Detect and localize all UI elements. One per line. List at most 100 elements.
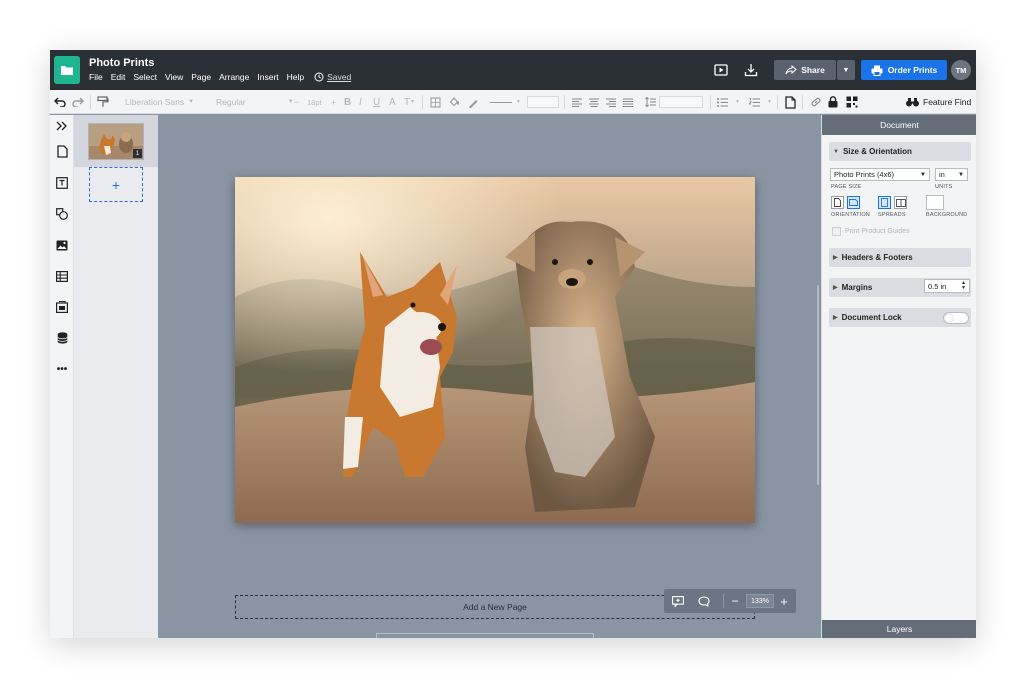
text-tool-icon[interactable] xyxy=(54,175,70,191)
bullet-list-icon[interactable] xyxy=(717,90,728,114)
canvas-scrollbar[interactable] xyxy=(817,285,819,485)
align-left-icon[interactable] xyxy=(572,90,582,114)
share-dropdown-button[interactable]: ▼ xyxy=(837,60,855,80)
font-weight-dropdown[interactable]: Regular ▼ xyxy=(216,90,294,114)
size-orientation-section[interactable]: ▼ Size & Orientation xyxy=(829,142,971,161)
save-status[interactable]: Saved xyxy=(314,72,351,82)
units-select[interactable]: in ▼ xyxy=(935,168,968,181)
qr-code-icon[interactable] xyxy=(846,90,858,114)
underline-button[interactable]: U xyxy=(373,90,380,114)
chevron-down-icon[interactable]: ▼ xyxy=(735,90,740,114)
align-center-icon[interactable] xyxy=(589,90,599,114)
margins-section[interactable]: ▶ Margins 0.5 in ▲ ▼ xyxy=(829,278,971,297)
comment-add-icon[interactable] xyxy=(670,589,686,613)
spread-button[interactable] xyxy=(894,196,907,209)
document-lock-toggle[interactable] xyxy=(943,312,969,324)
text-color-button[interactable]: A xyxy=(389,90,396,114)
canvas-area[interactable]: Add a New Page − 133% + xyxy=(158,115,821,638)
folder-icon[interactable] xyxy=(54,56,80,84)
document-title[interactable]: Photo Prints xyxy=(89,57,154,69)
page-thumbnail[interactable]: 1 xyxy=(88,123,144,160)
download-icon[interactable] xyxy=(743,62,759,78)
font-family-dropdown[interactable]: Liberation Sans ▼ xyxy=(125,90,194,114)
menu-select[interactable]: Select xyxy=(133,72,157,82)
landscape-button[interactable] xyxy=(847,196,860,209)
chevron-down-icon: ▼ xyxy=(958,171,964,178)
font-size-decrease-icon[interactable]: − xyxy=(294,90,299,114)
line-style-dropdown[interactable]: ▼ xyxy=(490,90,521,114)
data-icon[interactable] xyxy=(54,330,70,346)
page-icon[interactable] xyxy=(785,90,796,114)
chevron-down-icon: ▼ xyxy=(920,171,926,178)
chevron-down-icon: ▼ xyxy=(516,99,521,105)
zoom-level-input[interactable]: 133% xyxy=(746,594,774,608)
menu-view[interactable]: View xyxy=(165,72,183,82)
pages-panel: 1 + xyxy=(74,115,158,638)
link-icon[interactable] xyxy=(810,90,822,114)
page-size-select[interactable]: Photo Prints (4x6) ▼ xyxy=(830,168,930,181)
menu-page[interactable]: Page xyxy=(191,72,211,82)
menu-edit[interactable]: Edit xyxy=(111,72,126,82)
dogs-photo[interactable] xyxy=(235,177,755,523)
font-size-value[interactable]: 18pt xyxy=(307,90,322,114)
order-prints-button[interactable]: Order Prints xyxy=(861,60,947,80)
more-icon[interactable]: ••• xyxy=(54,361,70,377)
align-justify-icon[interactable] xyxy=(623,90,633,114)
properties-panel: Document ▼ Size & Orientation Photo Prin… xyxy=(821,115,976,638)
line-spacing-input[interactable] xyxy=(659,96,703,108)
layers-tab[interactable]: Layers xyxy=(822,620,976,638)
menu-arrange[interactable]: Arrange xyxy=(219,72,249,82)
border-icon[interactable] xyxy=(430,90,441,114)
line-color-icon[interactable] xyxy=(468,90,479,114)
menu-insert[interactable]: Insert xyxy=(257,72,278,82)
font-size-increase-icon[interactable]: + xyxy=(331,90,336,114)
stepper-arrows-icon[interactable]: ▲ ▼ xyxy=(961,281,966,291)
templates-icon[interactable] xyxy=(54,299,70,315)
document-tab[interactable]: Document xyxy=(822,115,976,135)
page-thumbnail-selected[interactable]: 1 xyxy=(74,115,158,167)
menu-file[interactable]: File xyxy=(89,72,103,82)
numbered-list-icon[interactable] xyxy=(749,90,760,114)
italic-button[interactable]: I xyxy=(359,90,362,114)
comment-icon[interactable] xyxy=(696,589,712,613)
document-lock-section[interactable]: ▶ Document Lock xyxy=(829,308,971,327)
toolbar-divider xyxy=(802,95,803,109)
menu-help[interactable]: Help xyxy=(287,72,304,82)
table-icon[interactable] xyxy=(54,268,70,284)
lock-icon[interactable] xyxy=(828,90,838,114)
image-icon[interactable] xyxy=(54,237,70,253)
user-avatar[interactable]: TM xyxy=(951,60,971,80)
shapes-icon[interactable] xyxy=(54,206,70,222)
share-label: Share xyxy=(801,65,825,75)
single-page-button[interactable] xyxy=(878,196,891,209)
expand-panel-icon[interactable] xyxy=(54,118,70,134)
print-guides-option[interactable]: Print Product Guides xyxy=(832,227,910,236)
text-options-button[interactable]: T ▼ xyxy=(404,90,415,114)
margins-stepper[interactable]: 0.5 in ▲ ▼ xyxy=(924,279,970,293)
headers-footers-label: Headers & Footers xyxy=(841,253,913,262)
portrait-button[interactable] xyxy=(831,196,844,209)
undo-icon[interactable] xyxy=(54,90,66,114)
background-color-swatch[interactable] xyxy=(926,195,944,210)
present-icon[interactable] xyxy=(713,62,729,78)
line-spacing-icon[interactable] xyxy=(645,90,656,114)
feature-find-button[interactable]: Feature Find xyxy=(906,90,971,114)
format-painter-icon[interactable] xyxy=(97,90,109,114)
bold-button[interactable]: B xyxy=(344,90,351,114)
fill-color-icon[interactable] xyxy=(449,90,461,114)
align-right-icon[interactable] xyxy=(606,90,616,114)
units-label: UNITS xyxy=(935,184,953,190)
chevron-down-icon: ▼ xyxy=(410,99,416,105)
pages-icon[interactable] xyxy=(54,143,70,159)
line-width-input[interactable] xyxy=(527,96,559,108)
add-page-button[interactable]: + xyxy=(89,167,143,202)
next-page-edge xyxy=(376,633,594,638)
print-guides-checkbox[interactable] xyxy=(832,227,841,236)
zoom-out-button[interactable]: − xyxy=(728,589,742,613)
photo-print-page[interactable] xyxy=(235,177,755,523)
share-button[interactable]: Share xyxy=(774,60,836,80)
headers-footers-section[interactable]: ▶ Headers & Footers xyxy=(829,248,971,267)
zoom-in-button[interactable]: + xyxy=(777,589,791,613)
redo-icon[interactable] xyxy=(72,90,84,114)
chevron-down-icon[interactable]: ▼ xyxy=(767,90,772,114)
